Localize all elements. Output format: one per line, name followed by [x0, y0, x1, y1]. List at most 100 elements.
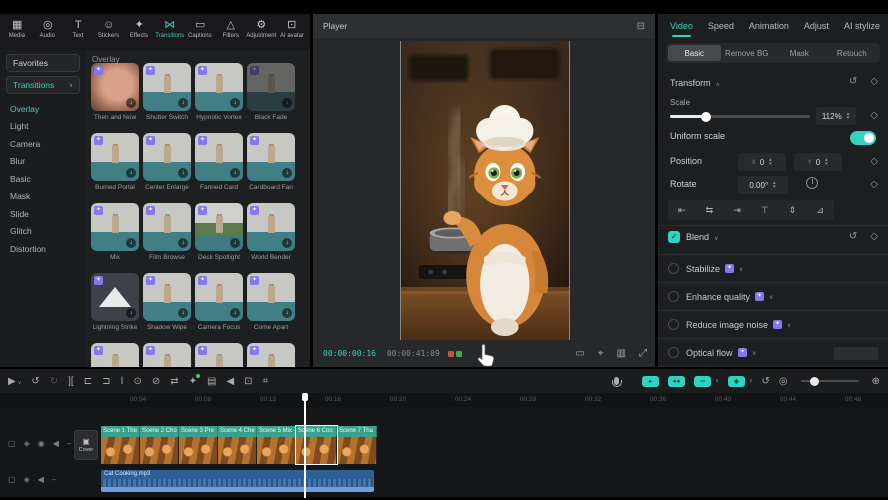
- tab-ai-avatar[interactable]: ⊡AI avatar: [277, 17, 308, 50]
- transition-item-deck-spotlight[interactable]: ✦↓Deck Spotlight: [195, 203, 243, 261]
- video-preview[interactable]: [400, 41, 570, 340]
- transition-item[interactable]: ✦↓: [143, 343, 191, 367]
- select-tool-icon[interactable]: ▶∨: [8, 376, 21, 387]
- level-icon[interactable]: ⊿: [816, 205, 824, 216]
- tab-captions[interactable]: ▭Captions: [185, 17, 216, 50]
- scale-value-stepper[interactable]: 112% ▲▼: [816, 107, 856, 125]
- trim-left-icon[interactable]: ⊏: [84, 376, 92, 387]
- transition-thumbnail[interactable]: ✦↓: [143, 203, 191, 251]
- tab-adjustment[interactable]: ⚙Adjustment: [246, 17, 277, 50]
- transition-item[interactable]: ✦↓: [195, 343, 243, 367]
- transition-thumbnail[interactable]: ✦↓: [195, 203, 243, 251]
- tab-ai-stylize[interactable]: AI stylize: [844, 21, 880, 31]
- transition-item[interactable]: ✦↓: [91, 343, 139, 367]
- mute-icon[interactable]: ◀: [53, 439, 59, 448]
- subtab-basic[interactable]: Basic: [668, 45, 721, 61]
- favorites-button[interactable]: Favorites: [6, 54, 80, 72]
- transition-thumbnail[interactable]: ✦↓: [143, 133, 191, 181]
- transition-item[interactable]: ✦↓: [247, 343, 295, 367]
- transition-item-center-enlarge[interactable]: ✦↓Center Enlarge: [143, 133, 191, 191]
- reverse-icon[interactable]: ⊘: [152, 376, 160, 387]
- align-right-icon[interactable]: ⇥: [733, 205, 741, 216]
- enhance-quality-checkbox[interactable]: [668, 291, 679, 302]
- sidebar-item-overlay[interactable]: Overlay: [0, 100, 86, 118]
- zoom-out-icon[interactable]: ◎: [779, 376, 788, 387]
- tab-video[interactable]: Video: [670, 21, 693, 31]
- sidebar-item-camera[interactable]: Camera: [0, 135, 86, 153]
- sidebar-item-mask[interactable]: Mask: [0, 188, 86, 206]
- mute-icon[interactable]: ◀: [38, 475, 44, 484]
- avatar-tool-icon[interactable]: ⊡: [244, 376, 252, 387]
- crop-tool-icon[interactable]: ⌗: [263, 376, 269, 387]
- tab-speed[interactable]: Speed: [708, 21, 734, 31]
- player-settings-icon[interactable]: ⊟: [637, 21, 645, 32]
- tab-filters[interactable]: △Filters: [216, 17, 247, 50]
- flip-horizontal-icon[interactable]: ⇆: [706, 205, 714, 216]
- transition-item-burned-portal[interactable]: ✦↓Burned Portal: [91, 133, 139, 191]
- sidebar-item-light[interactable]: Light: [0, 118, 86, 136]
- lock-icon[interactable]: ◈: [24, 439, 30, 448]
- step-down-icon[interactable]: ▼: [846, 116, 850, 120]
- align-top-icon[interactable]: ⊤: [761, 205, 769, 216]
- keyframe-icon[interactable]: ◇: [870, 156, 878, 167]
- audio-clip[interactable]: Cat Cooking.mp3: [101, 470, 374, 492]
- ai-effect-icon[interactable]: ✦: [189, 376, 197, 387]
- auto-snapping-icon[interactable]: ◆: [728, 376, 745, 387]
- stabilize-checkbox[interactable]: [668, 263, 679, 274]
- transition-item-mix[interactable]: ✦↓Mix: [91, 203, 139, 261]
- preview-snap-icon[interactable]: ▸: [642, 376, 659, 387]
- transition-thumbnail[interactable]: ✦↓: [143, 63, 191, 111]
- align-left-icon[interactable]: ⇤: [678, 205, 686, 216]
- reset-icon[interactable]: ↺: [849, 76, 857, 87]
- mark-in-icon[interactable]: Ⅰ: [121, 376, 124, 387]
- transition-thumbnail[interactable]: ✦↓: [91, 133, 139, 181]
- transitions-dropdown[interactable]: Transitions ∨: [6, 76, 80, 94]
- zoom-in-icon[interactable]: ⊕: [872, 376, 880, 387]
- position-y-stepper[interactable]: Y 0 ▲▼: [794, 153, 842, 171]
- transition-thumbnail[interactable]: ✦↓: [143, 273, 191, 321]
- clip-scene-2-cho[interactable]: Scene 2 Cho: [140, 426, 179, 464]
- transition-thumbnail[interactable]: ✦↓: [247, 203, 295, 251]
- track-frame-icon[interactable]: ▢: [8, 439, 16, 448]
- transition-item-shadow-wipe[interactable]: ✦↓Shadow Wipe: [143, 273, 191, 331]
- playhead-handle[interactable]: [302, 393, 308, 401]
- uniform-scale-toggle[interactable]: [850, 131, 876, 145]
- transition-thumbnail[interactable]: ✦↓: [195, 133, 243, 181]
- subtab-remove-bg[interactable]: Remove BG: [721, 45, 774, 61]
- step-down-icon[interactable]: ▼: [772, 185, 776, 189]
- clip-scene-4-che[interactable]: Scene 4 Che: [218, 426, 257, 464]
- transition-thumbnail[interactable]: ✦↓: [247, 273, 295, 321]
- transition-thumbnail[interactable]: ✦↓: [247, 343, 295, 367]
- timeline-zoom-slider[interactable]: [801, 380, 859, 382]
- tab-adjust[interactable]: Adjust: [804, 21, 829, 31]
- mirror-icon[interactable]: ⇄: [170, 376, 178, 387]
- transition-thumbnail[interactable]: ✦↓: [143, 343, 191, 367]
- sidebar-item-blur[interactable]: Blur: [0, 153, 86, 171]
- transition-item-lightning-strike[interactable]: ✦↓Lightning Strike: [91, 273, 139, 331]
- scale-slider[interactable]: [670, 115, 810, 118]
- step-down-icon[interactable]: ▼: [824, 162, 828, 166]
- transition-item-come-apart[interactable]: ✦↓Come Apart: [247, 273, 295, 331]
- transition-thumbnail[interactable]: ✦↓: [91, 63, 139, 111]
- undo-icon[interactable]: ↺: [31, 376, 39, 387]
- redo-icon[interactable]: ↻: [50, 376, 58, 387]
- tab-media[interactable]: ▦Media: [2, 17, 33, 50]
- tab-transitions[interactable]: ⋈Transitions: [155, 17, 186, 50]
- trim-right-icon[interactable]: ⊐: [102, 376, 110, 387]
- transition-thumbnail[interactable]: ✦↓: [195, 63, 243, 111]
- fullscreen-icon[interactable]: ⤢: [639, 348, 647, 359]
- clip-scene-6-coo[interactable]: Scene 6 Coo: [296, 426, 337, 464]
- step-down-icon[interactable]: ▼: [768, 162, 772, 166]
- chevron-down-icon[interactable]: ∨: [18, 380, 22, 386]
- chevron-down-icon[interactable]: ∨: [769, 294, 773, 301]
- transition-item-camera-focus[interactable]: ✦↓Camera Focus: [195, 273, 243, 331]
- tab-audio[interactable]: ◎Audio: [33, 17, 64, 50]
- ratio-icon[interactable]: ▭: [575, 348, 584, 359]
- sidebar-item-basic[interactable]: Basic: [0, 170, 86, 188]
- subtab-mask[interactable]: Mask: [773, 45, 826, 61]
- transition-item-cardboard-fan[interactable]: ✦↓Cardboard Fan: [247, 133, 295, 191]
- lock-icon[interactable]: ◈: [24, 475, 30, 484]
- tab-animation[interactable]: Animation: [749, 21, 789, 31]
- transition-item-hypnotic-vortex[interactable]: ✦↓Hypnotic Vortex: [195, 63, 243, 121]
- rotate-stepper[interactable]: 0.00° ▲▼: [738, 176, 788, 194]
